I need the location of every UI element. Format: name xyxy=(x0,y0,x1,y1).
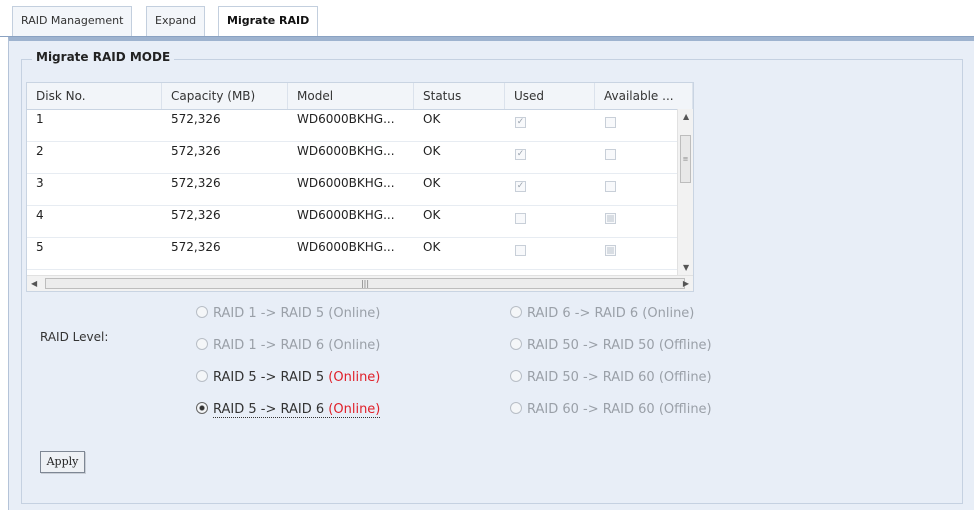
radio-button-icon xyxy=(196,338,208,350)
used-checkbox[interactable] xyxy=(515,245,526,256)
scroll-thumb[interactable]: ≡ xyxy=(680,135,691,183)
raid-option-text: RAID 50 -> RAID 60 xyxy=(527,370,655,385)
col-status[interactable]: Status xyxy=(414,83,505,109)
status-cell: OK xyxy=(423,208,441,222)
radio-button-icon xyxy=(196,306,208,318)
horizontal-scrollbar[interactable]: ◀ ||| ▶ xyxy=(27,275,693,291)
hscroll-thumb[interactable]: ||| xyxy=(45,278,685,289)
raid-option-label: RAID 5 -> RAID 6 (Online) xyxy=(213,402,381,418)
status-cell: OK xyxy=(423,144,441,158)
table-row[interactable]: 4 572,326 WD6000BKHG... OK xyxy=(27,205,677,238)
disk-table: Disk No. Capacity (MB) Model Status Used… xyxy=(26,82,694,292)
raid-option-label: RAID 1 -> RAID 6 (Online) xyxy=(213,338,380,353)
raid-level-label: RAID Level: xyxy=(40,330,109,344)
capacity-cell: 572,326 xyxy=(171,176,221,190)
raid-option-label: RAID 50 -> RAID 50 (Offline) xyxy=(527,338,712,353)
used-checkbox[interactable]: ✓ xyxy=(515,181,526,192)
up-arrow-icon[interactable]: ▲ xyxy=(683,112,689,121)
down-arrow-icon[interactable]: ▼ xyxy=(683,263,689,272)
available-checkbox[interactable] xyxy=(605,245,616,256)
available-checkbox[interactable] xyxy=(605,213,616,224)
raid-option-mode: (Online) xyxy=(328,306,381,321)
right-arrow-icon[interactable]: ▶ xyxy=(683,279,689,288)
raid-option-5: RAID 6 -> RAID 6 (Online) xyxy=(510,305,694,323)
raid-option-label: RAID 6 -> RAID 6 (Online) xyxy=(527,306,694,321)
raid-option-text: RAID 60 -> RAID 60 xyxy=(527,402,655,417)
capacity-cell: 572,326 xyxy=(171,144,221,158)
model-cell: WD6000BKHG... xyxy=(297,112,395,126)
raid-option-text: RAID 5 -> RAID 6 xyxy=(213,402,325,417)
apply-button[interactable]: Apply xyxy=(40,451,85,473)
raid-option-4[interactable]: RAID 5 -> RAID 6 (Online) xyxy=(196,401,381,419)
disk-no-cell: 3 xyxy=(36,176,44,190)
radio-button-icon xyxy=(510,402,522,414)
capacity-cell: 572,326 xyxy=(171,112,221,126)
raid-option-mode: (Online) xyxy=(328,338,381,353)
raid-option-3[interactable]: RAID 5 -> RAID 5 (Online) xyxy=(196,369,380,387)
table-row[interactable]: 3 572,326 WD6000BKHG... OK ✓ xyxy=(27,173,677,206)
col-used[interactable]: Used xyxy=(505,83,595,109)
radio-button-icon xyxy=(510,338,522,350)
raid-option-label: RAID 50 -> RAID 60 (Offline) xyxy=(527,370,712,385)
raid-option-2: RAID 1 -> RAID 6 (Online) xyxy=(196,337,380,355)
raid-option-text: RAID 6 -> RAID 6 xyxy=(527,306,639,321)
tab-bar: RAID Management Expand Migrate RAID xyxy=(0,0,974,37)
raid-option-mode: (Offline) xyxy=(658,370,712,385)
table-row[interactable]: 2 572,326 WD6000BKHG... OK ✓ xyxy=(27,141,677,174)
col-capacity[interactable]: Capacity (MB) xyxy=(162,83,288,109)
used-checkbox[interactable]: ✓ xyxy=(515,117,526,128)
raid-option-label: RAID 5 -> RAID 5 (Online) xyxy=(213,370,380,385)
table-row[interactable]: 5 572,326 WD6000BKHG... OK xyxy=(27,237,677,270)
radio-button-icon[interactable] xyxy=(196,370,208,382)
model-cell: WD6000BKHG... xyxy=(297,144,395,158)
disk-no-cell: 1 xyxy=(36,112,44,126)
raid-option-1: RAID 1 -> RAID 5 (Online) xyxy=(196,305,380,323)
status-cell: OK xyxy=(423,112,441,126)
status-cell: OK xyxy=(423,176,441,190)
radio-button-icon xyxy=(510,306,522,318)
col-available[interactable]: Available ... xyxy=(595,83,693,109)
raid-option-text: RAID 5 -> RAID 5 xyxy=(213,370,325,385)
capacity-cell: 572,326 xyxy=(171,208,221,222)
status-cell: OK xyxy=(423,240,441,254)
radio-button-icon xyxy=(510,370,522,382)
used-checkbox[interactable] xyxy=(515,213,526,224)
raid-option-mode: (Online) xyxy=(642,306,695,321)
radio-button-icon[interactable] xyxy=(196,402,208,414)
col-model[interactable]: Model xyxy=(288,83,414,109)
raid-option-mode: (Offline) xyxy=(658,402,712,417)
disk-no-cell: 5 xyxy=(36,240,44,254)
raid-option-7: RAID 50 -> RAID 60 (Offline) xyxy=(510,369,712,387)
vertical-scrollbar[interactable]: ▲ ≡ ▼ xyxy=(677,109,693,275)
raid-option-mode: (Offline) xyxy=(658,338,712,353)
used-checkbox[interactable]: ✓ xyxy=(515,149,526,160)
disk-no-cell: 2 xyxy=(36,144,44,158)
available-checkbox[interactable] xyxy=(605,117,616,128)
table-row[interactable]: 1 572,326 WD6000BKHG... OK ✓ xyxy=(27,109,677,142)
raid-option-text: RAID 1 -> RAID 5 xyxy=(213,306,325,321)
raid-option-text: RAID 1 -> RAID 6 xyxy=(213,338,325,353)
raid-option-8: RAID 60 -> RAID 60 (Offline) xyxy=(510,401,712,419)
model-cell: WD6000BKHG... xyxy=(297,240,395,254)
raid-option-text: RAID 50 -> RAID 50 xyxy=(527,338,655,353)
available-checkbox[interactable] xyxy=(605,149,616,160)
disk-no-cell: 4 xyxy=(36,208,44,222)
tab-raid-management[interactable]: RAID Management xyxy=(12,6,133,36)
col-disk-no[interactable]: Disk No. xyxy=(27,83,162,109)
raid-option-label: RAID 60 -> RAID 60 (Offline) xyxy=(527,402,712,417)
table-header: Disk No. Capacity (MB) Model Status Used… xyxy=(27,83,693,110)
section-title: Migrate RAID MODE xyxy=(32,50,175,64)
raid-option-mode: (Online) xyxy=(328,402,381,417)
raid-option-6: RAID 50 -> RAID 50 (Offline) xyxy=(510,337,712,355)
model-cell: WD6000BKHG... xyxy=(297,176,395,190)
tab-expand[interactable]: Expand xyxy=(146,6,206,36)
left-arrow-icon[interactable]: ◀ xyxy=(31,279,37,288)
raid-option-mode: (Online) xyxy=(328,370,381,385)
capacity-cell: 572,326 xyxy=(171,240,221,254)
tab-migrate-raid[interactable]: Migrate RAID xyxy=(218,6,319,37)
raid-option-label: RAID 1 -> RAID 5 (Online) xyxy=(213,306,380,321)
model-cell: WD6000BKHG... xyxy=(297,208,395,222)
available-checkbox[interactable] xyxy=(605,181,616,192)
